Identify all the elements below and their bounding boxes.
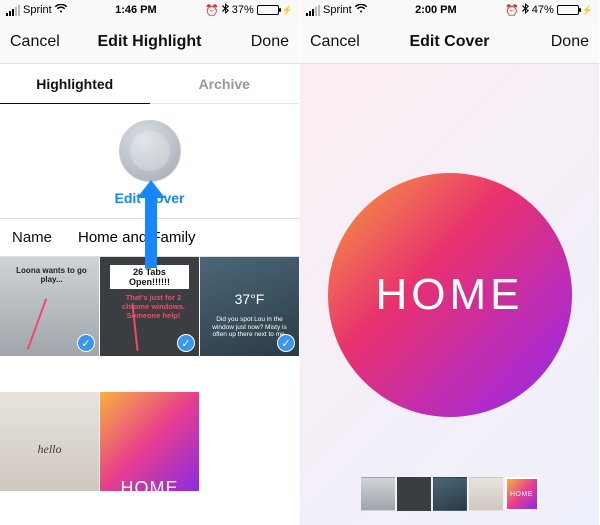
thumbnail-2[interactable]: 37°F Did you spot Lou in the window just…	[200, 257, 299, 356]
thumbnail-4[interactable]: HOME	[100, 392, 199, 491]
cover-crop-area[interactable]: HOME	[300, 64, 599, 525]
battery-pct: 37%	[232, 4, 254, 16]
thumbnail-1[interactable]: 26 Tabs Open!!!!!! That's just for 2 chr…	[100, 257, 199, 356]
alarm-icon: ⏰	[505, 4, 519, 17]
thumbnail-0[interactable]: Loona wants to go play... ✓	[0, 257, 99, 356]
cover-text: HOME	[376, 270, 524, 320]
cover-circle: HOME	[328, 173, 572, 417]
nav-title: Edit Highlight	[98, 33, 202, 51]
done-button[interactable]: Done	[533, 33, 589, 51]
nav-title: Edit Cover	[409, 33, 489, 51]
cover-editor: HOME HOME	[300, 64, 599, 525]
thumbnail-text: HOME	[121, 478, 179, 491]
thumbnail-caption: hello	[0, 441, 99, 458]
thumbnail-temp: 37°F	[200, 291, 299, 307]
phone-right: Sprint 2:00 PM ⏰ 47% ⚡ Cancel Edit Cover…	[300, 0, 600, 525]
cancel-button[interactable]: Cancel	[10, 33, 66, 51]
carrier-label: Sprint	[23, 4, 52, 16]
status-bar: Sprint 1:46 PM ⏰ 37% ⚡	[0, 0, 299, 20]
filmstrip-thumb-0[interactable]	[361, 477, 395, 511]
tab-archive[interactable]: Archive	[150, 64, 300, 104]
filmstrip-thumb-1[interactable]	[397, 477, 431, 511]
battery-icon	[257, 5, 279, 15]
name-label: Name	[12, 229, 78, 246]
name-input[interactable]	[78, 229, 287, 246]
cover-thumbnail[interactable]	[119, 120, 181, 182]
filmstrip-thumb-3[interactable]	[469, 477, 503, 511]
signal-icon	[306, 5, 320, 16]
filmstrip-label: HOME	[510, 491, 533, 498]
signal-icon	[6, 5, 20, 16]
tab-highlighted[interactable]: Highlighted	[0, 64, 150, 104]
bluetooth-icon	[222, 3, 229, 17]
nav-bar: Cancel Edit Highlight Done	[0, 20, 299, 64]
filmstrip-thumb-2[interactable]	[433, 477, 467, 511]
battery-icon	[557, 5, 579, 15]
bluetooth-icon	[522, 3, 529, 17]
cover-section: Edit Cover	[0, 104, 299, 218]
check-icon: ✓	[77, 334, 95, 352]
clock-label: 2:00 PM	[415, 4, 457, 16]
wifi-icon	[55, 4, 67, 16]
thumbnail-empty	[200, 392, 299, 491]
cancel-button[interactable]: Cancel	[310, 33, 366, 51]
nav-bar: Cancel Edit Cover Done	[300, 20, 599, 64]
thumbnail-subcaption: That's just for 2 chrome windows. Someon…	[120, 293, 187, 320]
thumbnail-3[interactable]: hello	[0, 392, 99, 491]
filmstrip: HOME	[300, 477, 599, 511]
alarm-icon: ⏰	[205, 4, 219, 17]
clock-label: 1:46 PM	[115, 4, 157, 16]
edit-cover-button[interactable]: Edit Cover	[114, 190, 184, 206]
carrier-label: Sprint	[323, 4, 352, 16]
filmstrip-thumb-4-selected[interactable]: HOME	[505, 477, 539, 511]
thumbnail-caption: Loona wants to go play...	[4, 265, 99, 285]
tabs: Highlighted Archive	[0, 64, 299, 104]
check-icon: ✓	[177, 334, 195, 352]
battery-pct: 47%	[532, 4, 554, 16]
name-row: Name	[0, 218, 299, 257]
phone-left: Sprint 1:46 PM ⏰ 37% ⚡ Cancel Edit Highl…	[0, 0, 300, 525]
charging-icon: ⚡	[282, 5, 293, 16]
status-bar: Sprint 2:00 PM ⏰ 47% ⚡	[300, 0, 599, 20]
thumbnail-caption: 26 Tabs Open!!!!!!	[110, 265, 189, 289]
wifi-icon	[355, 4, 367, 16]
thumbnail-grid: Loona wants to go play... ✓ 26 Tabs Open…	[0, 257, 299, 525]
charging-icon: ⚡	[582, 5, 593, 16]
check-icon: ✓	[277, 334, 295, 352]
done-button[interactable]: Done	[233, 33, 289, 51]
